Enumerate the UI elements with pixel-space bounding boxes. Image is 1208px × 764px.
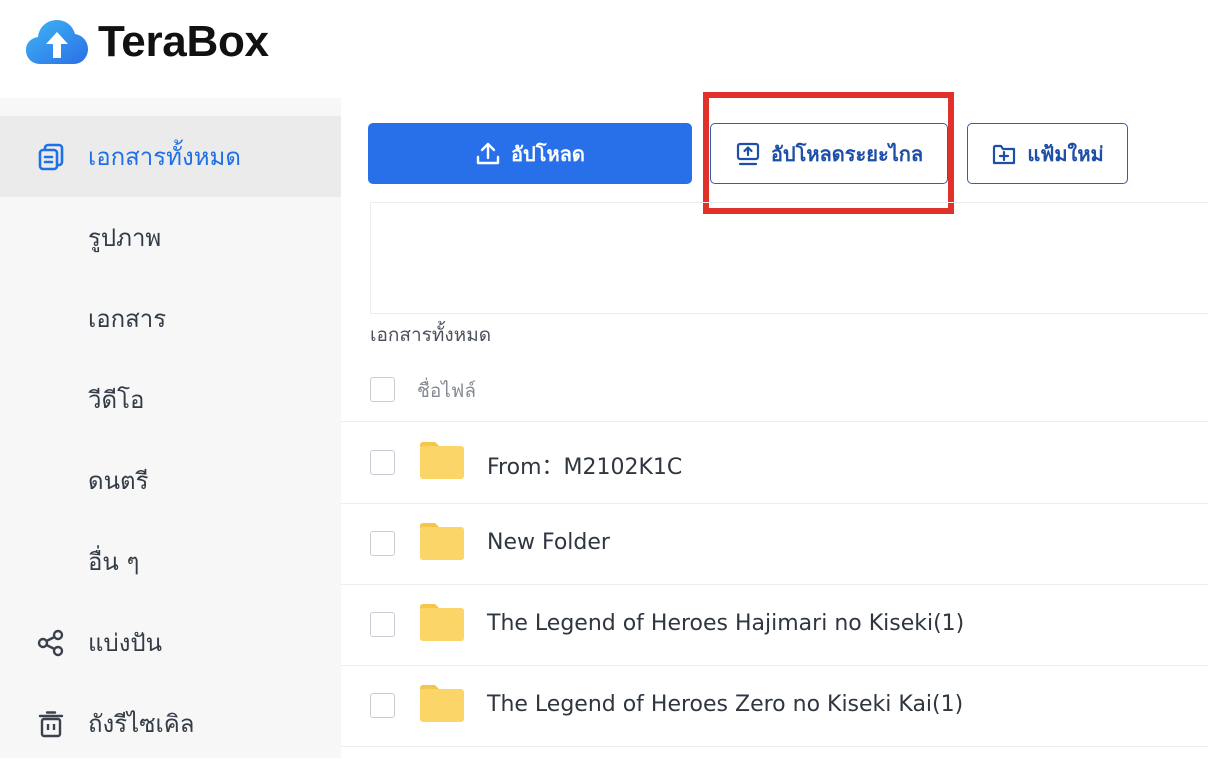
sidebar-item-label: รูปภาพ (88, 224, 162, 252)
row-checkbox[interactable] (370, 450, 395, 475)
sidebar-item-trash[interactable]: ถังรีไซเคิล (0, 683, 341, 764)
file-name[interactable]: The Legend of Heroes Zero no Kiseki Kai(… (487, 692, 963, 717)
terabox-logo[interactable]: TeraBox (26, 17, 269, 66)
row-checkbox[interactable] (370, 612, 395, 637)
folder-plus-icon (993, 144, 1016, 164)
sidebar-item-share[interactable]: แบ่งปัน (0, 602, 341, 683)
section-title: เอกสารทั้งหมด (370, 324, 492, 346)
remote-upload-button-label: อัปโหลดระยะไกล (770, 141, 924, 166)
sidebar-item-label: วีดีโอ (88, 386, 145, 414)
sidebar-item-label: ดนตรี (88, 467, 149, 495)
sidebar-item-photos[interactable]: รูปภาพ (0, 197, 341, 278)
file-name[interactable]: New Folder (487, 530, 610, 555)
trash-icon (36, 709, 66, 739)
new-folder-button-label: แฟ้มใหม่ (1027, 141, 1104, 166)
file-name[interactable]: From：M2102K1C (487, 449, 682, 481)
sidebar-item-label: อื่น ๆ (88, 548, 140, 576)
upload-button[interactable]: อัปโหลด (368, 123, 692, 184)
file-name[interactable]: The Legend of Heroes Hajimari no Kiseki(… (487, 611, 964, 636)
sidebar-item-label: แบ่งปัน (88, 629, 163, 657)
table-row[interactable]: From：M2102K1C (341, 423, 1208, 504)
top-header: TeraBox (0, 0, 1208, 98)
sidebar-item-others[interactable]: อื่น ๆ (0, 521, 341, 602)
file-list-header: ชื่อไฟล์ (341, 364, 1208, 422)
sidebar-item-label: เอกสารทั้งหมด (88, 143, 241, 171)
sidebar-item-all-files[interactable]: เอกสารทั้งหมด (0, 116, 341, 197)
new-folder-button[interactable]: แฟ้มใหม่ (967, 123, 1128, 184)
table-row[interactable]: The Legend of Heroes Zero no Kiseki Kai(… (341, 666, 1208, 747)
row-checkbox[interactable] (370, 693, 395, 718)
sidebar-item-music[interactable]: ดนตรี (0, 440, 341, 521)
table-row[interactable]: The Legend of Heroes Hajimari no Kiseki(… (341, 585, 1208, 666)
folder-icon (420, 523, 464, 560)
row-checkbox[interactable] (370, 531, 395, 556)
sidebar: เอกสารทั้งหมด รูปภาพ เอกสาร วีดีโอ ดนตรี… (0, 98, 341, 758)
main-content: อัปโหลด อัปโหลดระยะไกล แฟ้มใหม่ เอกสารทั… (341, 92, 1208, 758)
info-panel (370, 202, 1208, 314)
folder-icon (420, 442, 464, 479)
all-files-icon (36, 142, 66, 172)
logo-text: TeraBox (98, 17, 269, 66)
share-icon (36, 628, 66, 658)
table-row[interactable]: New Folder (341, 504, 1208, 585)
sidebar-item-documents[interactable]: เอกสาร (0, 278, 341, 359)
remote-upload-icon (736, 142, 759, 165)
folder-icon (420, 685, 464, 722)
sidebar-item-videos[interactable]: วีดีโอ (0, 359, 341, 440)
sidebar-item-label: เอกสาร (88, 305, 167, 333)
folder-icon (420, 604, 464, 641)
select-all-checkbox[interactable] (370, 377, 395, 402)
sidebar-item-label: ถังรีไซเคิล (88, 710, 195, 738)
upload-icon (476, 142, 500, 164)
upload-button-label: อัปโหลด (511, 141, 585, 166)
cloud-upload-logo-icon (26, 20, 88, 64)
column-header-filename: ชื่อไฟล์ (417, 380, 476, 402)
remote-upload-button[interactable]: อัปโหลดระยะไกล (710, 123, 948, 184)
